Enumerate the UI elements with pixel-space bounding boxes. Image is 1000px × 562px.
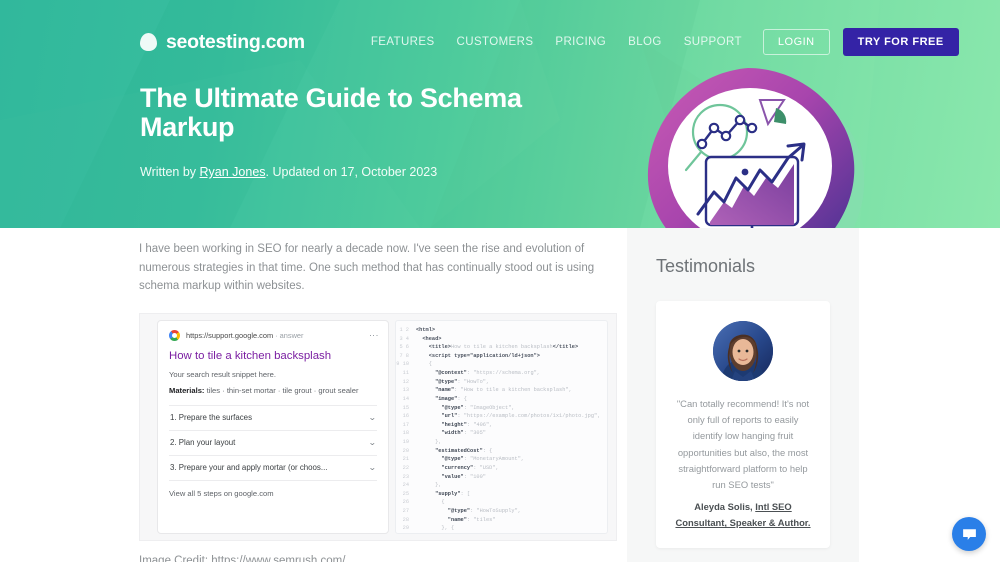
serp-materials-value: tiles · thin-set mortar · tile grout · g…	[204, 386, 359, 396]
nav-link-pricing[interactable]: PRICING	[555, 36, 606, 48]
nav-link-support[interactable]: SUPPORT	[684, 36, 742, 48]
article-column: I have been working in SEO for nearly a …	[139, 240, 617, 562]
serp-materials-label: Materials:	[169, 386, 205, 396]
nav-link-customers[interactable]: CUSTOMERS	[457, 36, 534, 48]
article-intro-paragraph: I have been working in SEO for nearly a …	[139, 243, 595, 293]
serp-step-item[interactable]: 2. Plan your layout ⌄	[169, 431, 377, 456]
image-credit: Image Credit: https://www.semrush.com/	[139, 555, 617, 562]
byline-prefix: Written by	[140, 165, 200, 179]
serp-view-all-link[interactable]: View all 5 steps on google.com	[169, 481, 377, 498]
chevron-down-icon: ⌄	[368, 413, 377, 423]
serp-materials: Materials: tiles · thin-set mortar · til…	[169, 385, 377, 396]
serp-step-label: 2. Plan your layout	[170, 438, 236, 448]
testimonial-card: "Can totally recommend! It's not only fu…	[656, 301, 830, 549]
shield-blob-icon	[140, 33, 157, 51]
login-button[interactable]: LOGIN	[762, 29, 830, 55]
nav-link-blog[interactable]: BLOG	[628, 36, 662, 48]
try-for-free-button[interactable]: TRY FOR FREE	[842, 28, 959, 56]
page-body: I have been working in SEO for nearly a …	[0, 228, 1000, 562]
hero-banner: seotesting.com FEATURES CUSTOMERS PRICIN…	[0, 0, 1000, 228]
chevron-down-icon: ⌄	[368, 463, 377, 473]
serp-url-row: https://support.google.com · answer ⋮	[169, 329, 379, 341]
byline-suffix: . Updated on 17, October 2023	[265, 165, 438, 179]
image-credit-label: Image Credit:	[139, 554, 212, 562]
serp-step-item[interactable]: 1. Prepare the surfaces ⌄	[169, 406, 377, 431]
code-lines: <html> <head> <title>How to tile a kitch…	[416, 326, 601, 532]
byline: Written by Ryan Jones. Updated on 17, Oc…	[140, 165, 437, 179]
author-link[interactable]: Ryan Jones	[200, 165, 266, 179]
testimonial-quote: "Can totally recommend! It's not only fu…	[676, 398, 810, 490]
google-g-icon	[169, 329, 180, 341]
sidebar-title: Testimonials	[656, 256, 756, 276]
main-navigation: seotesting.com FEATURES CUSTOMERS PRICIN…	[140, 28, 1000, 56]
testimonial-attribution: Aleyda Solis, Intl SEO Consultant, Speak…	[672, 499, 814, 531]
schema-example-figure: https://support.google.com · answer ⋮ Ho…	[139, 312, 617, 541]
page-title: The Ultimate Guide to Schema Markup	[140, 83, 522, 142]
nav-link-features[interactable]: FEATURES	[371, 36, 435, 48]
chevron-down-icon: ⌄	[368, 438, 377, 448]
brand-logo[interactable]: seotesting.com	[140, 31, 305, 54]
serp-result-title[interactable]: How to tile a kitchen backsplash	[169, 349, 377, 363]
code-snippet-panel: 1 2 3 4 5 6 7 8 9 10 11 12 13 14 15 16 1…	[395, 319, 608, 534]
serp-preview-card: https://support.google.com · answer ⋮ Ho…	[157, 319, 389, 534]
serp-url: https://support.google.com · answer	[186, 330, 304, 340]
analytics-monitor-magnifier-illustration	[647, 68, 865, 228]
code-line-numbers: 1 2 3 4 5 6 7 8 9 10 11 12 13 14 15 16 1…	[396, 326, 409, 532]
serp-step-label: 1. Prepare the surfaces	[170, 413, 253, 423]
chat-widget-button[interactable]	[952, 517, 986, 551]
serp-steps-list: 1. Prepare the surfaces ⌄ 2. Plan your l…	[169, 404, 377, 481]
serp-step-item[interactable]: 3. Prepare your and apply mortar (or cho…	[169, 456, 377, 481]
person-avatar-image	[713, 321, 773, 381]
brand-name: seotesting.com	[166, 30, 305, 53]
serp-snippet: Your search result snippet here.	[169, 370, 276, 380]
testimonial-author: Aleyda Solis,	[694, 501, 756, 513]
serp-step-label: 3. Prepare your and apply mortar (or cho…	[170, 463, 328, 473]
image-credit-link[interactable]: https://www.semrush.com/	[211, 555, 345, 562]
kebab-menu-icon[interactable]: ⋮	[369, 331, 379, 340]
chat-bubble-icon	[962, 528, 976, 540]
avatar	[713, 321, 773, 381]
nav-links: FEATURES CUSTOMERS PRICING BLOG SUPPORT	[371, 36, 742, 48]
testimonials-sidebar: Testimonials "Can totally recommend! It'…	[627, 228, 859, 562]
